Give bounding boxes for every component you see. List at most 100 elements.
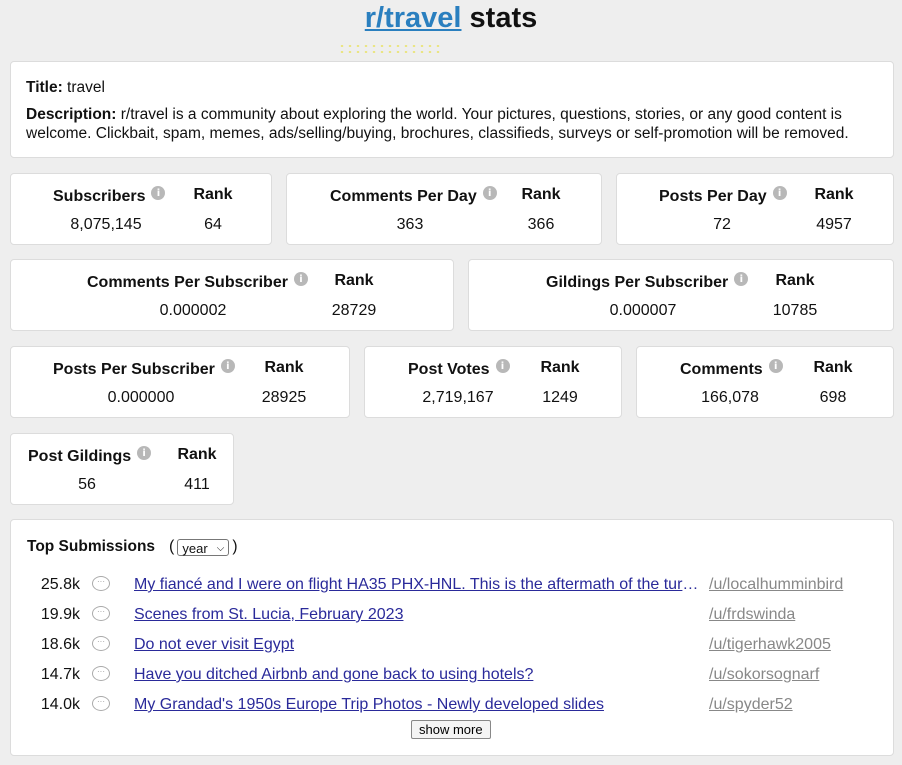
stat-card-comments-per-subscriber: Comments Per Subscriber i Rank 0.000002 2… xyxy=(10,259,454,331)
stat-value: 8,075,145 xyxy=(70,216,142,233)
stat-value: 0.000000 xyxy=(107,389,175,406)
rank-label: Rank xyxy=(813,359,853,376)
top-submissions-header: Top Submissions ( year ⌵ ) xyxy=(27,538,238,556)
stat-card-comments-per-day: Comments Per Day i Rank 363 366 xyxy=(286,173,602,245)
stat-value: 363 xyxy=(396,216,424,233)
info-circle-icon[interactable]: i xyxy=(734,272,749,286)
stat-label: Post Gildings i xyxy=(28,446,152,466)
rank-value: 64 xyxy=(204,216,222,233)
stat-value: 0.000002 xyxy=(159,302,227,319)
description-value: r/travel is a community about exploring … xyxy=(26,106,849,142)
rank-value: 28925 xyxy=(261,389,307,406)
rank-label: Rank xyxy=(540,359,580,376)
show-more-button[interactable]: show more xyxy=(411,720,491,739)
info-circle-icon[interactable]: i xyxy=(495,359,510,373)
chevron-down-icon: ⌵ xyxy=(216,542,225,554)
stat-card-posts-per-day: Posts Per Day i Rank 72 4957 xyxy=(616,173,894,245)
comment-bubble-icon[interactable]: ··· xyxy=(92,666,110,681)
rank-label: Rank xyxy=(775,272,815,289)
submission-score: 14.0k xyxy=(40,696,80,713)
info-circle-icon[interactable]: i xyxy=(151,186,166,200)
rank-label: Rank xyxy=(521,186,561,203)
comment-bubble-icon[interactable]: ··· xyxy=(92,606,110,621)
stat-label-text: Gildings Per Subscriber xyxy=(546,274,729,291)
description-label: Description: xyxy=(26,106,117,123)
stat-card-gildings-per-subscriber: Gildings Per Subscriber i Rank 0.000007 1… xyxy=(468,259,894,331)
period-paren-open: ( xyxy=(169,538,175,555)
top-submissions-card: Top Submissions ( year ⌵ ) 25.8k ··· My f… xyxy=(10,519,894,756)
comment-bubble-icon[interactable]: ··· xyxy=(92,576,110,591)
info-circle-icon[interactable]: i xyxy=(482,186,497,200)
info-circle-icon[interactable]: i xyxy=(772,186,787,200)
submission-title-link[interactable]: Do not ever visit Egypt xyxy=(134,636,701,654)
decorative-dots xyxy=(338,43,442,55)
comment-bubble-icon[interactable]: ··· xyxy=(92,696,110,711)
submission-title-link[interactable]: Have you ditched Airbnb and gone back to… xyxy=(134,666,701,684)
title-line: Title: travel xyxy=(26,78,878,97)
stat-label-text: Subscribers xyxy=(53,188,146,205)
submission-title-link[interactable]: My Grandad's 1950s Europe Trip Photos - … xyxy=(134,696,701,714)
page-title-suffix: stats xyxy=(461,2,538,34)
rank-value: 411 xyxy=(184,476,210,493)
stat-label: Posts Per Subscriber i xyxy=(53,359,235,379)
stat-value: 72 xyxy=(713,216,731,233)
submission-title-link[interactable]: Scenes from St. Lucia, February 2023 xyxy=(134,606,701,624)
submission-row: 19.9k ··· Scenes from St. Lucia, Februar… xyxy=(27,604,877,626)
stat-value: 56 xyxy=(78,476,96,493)
stat-label-text: Posts Per Subscriber xyxy=(53,361,215,378)
submission-user-link[interactable]: /u/tigerhawk2005 xyxy=(709,636,831,654)
subreddit-link[interactable]: r/travel xyxy=(365,2,462,34)
rank-label: Rank xyxy=(334,272,374,289)
stat-label: Comments Per Subscriber i xyxy=(87,272,308,292)
rank-value: 4957 xyxy=(816,216,852,233)
stat-value: 0.000007 xyxy=(609,302,677,319)
submission-row: 18.6k ··· Do not ever visit Egypt /u/tig… xyxy=(27,634,877,656)
top-submissions-heading: Top Submissions xyxy=(27,538,156,555)
stat-label-text: Posts Per Day xyxy=(659,188,767,205)
rank-label: Rank xyxy=(193,186,233,203)
rank-value: 28729 xyxy=(331,302,377,319)
stat-value: 166,078 xyxy=(701,389,759,406)
page-header: r/travel stats xyxy=(0,0,902,70)
period-paren-close: ) xyxy=(232,538,238,555)
submission-title-link[interactable]: My fiancé and I were on flight HA35 PHX-… xyxy=(134,576,701,594)
stat-card-posts-per-subscriber: Posts Per Subscriber i Rank 0.000000 2892… xyxy=(10,346,350,418)
comment-bubble-icon[interactable]: ··· xyxy=(92,636,110,651)
stat-label: Comments i xyxy=(680,359,783,379)
stat-label: Gildings Per Subscriber i xyxy=(546,272,749,292)
submission-score: 25.8k xyxy=(40,576,80,593)
rank-value: 366 xyxy=(527,216,555,233)
info-circle-icon[interactable]: i xyxy=(293,272,308,286)
rank-label: Rank xyxy=(177,446,217,463)
submission-user-link[interactable]: /u/sokorsognarf xyxy=(709,666,819,684)
page-title: r/travel stats xyxy=(0,2,902,35)
period-select[interactable]: year ⌵ xyxy=(177,538,230,556)
submission-row: 14.0k ··· My Grandad's 1950s Europe Trip… xyxy=(27,694,877,716)
stat-card-post-gildings: Post Gildings i Rank 56 411 xyxy=(10,433,234,505)
info-card: Title: travel Description: r/travel is a… xyxy=(10,61,894,158)
info-circle-icon[interactable]: i xyxy=(220,359,235,373)
stat-label: Posts Per Day i xyxy=(659,186,787,206)
rank-value: 10785 xyxy=(772,302,818,319)
submission-row: 14.7k ··· Have you ditched Airbnb and go… xyxy=(27,664,877,686)
description-line: Description: r/travel is a community abo… xyxy=(26,105,878,143)
stat-label: Post Votes i xyxy=(408,359,510,379)
rank-label: Rank xyxy=(814,186,854,203)
stat-value: 2,719,167 xyxy=(422,389,494,406)
submission-score: 19.9k xyxy=(40,606,80,623)
stat-label-text: Comments Per Subscriber xyxy=(87,274,288,291)
submission-user-link[interactable]: /u/frdswinda xyxy=(709,606,795,624)
submission-user-link[interactable]: /u/localhumminbird xyxy=(709,576,843,594)
stat-label-text: Comments xyxy=(680,361,763,378)
rank-value: 1249 xyxy=(542,389,578,406)
submission-row: 25.8k ··· My fiancé and I were on flight… xyxy=(27,574,877,596)
stat-card-subscribers: Subscribers i Rank 8,075,145 64 xyxy=(10,173,272,245)
rank-value: 698 xyxy=(819,389,847,406)
info-circle-icon[interactable]: i xyxy=(137,446,152,460)
submission-score: 14.7k xyxy=(40,666,80,683)
stat-label: Comments Per Day i xyxy=(330,186,497,206)
submission-user-link[interactable]: /u/spyder52 xyxy=(709,696,793,714)
stat-card-comments: Comments i Rank 166,078 698 xyxy=(636,346,894,418)
info-circle-icon[interactable]: i xyxy=(768,359,783,373)
stat-card-post-votes: Post Votes i Rank 2,719,167 1249 xyxy=(364,346,622,418)
